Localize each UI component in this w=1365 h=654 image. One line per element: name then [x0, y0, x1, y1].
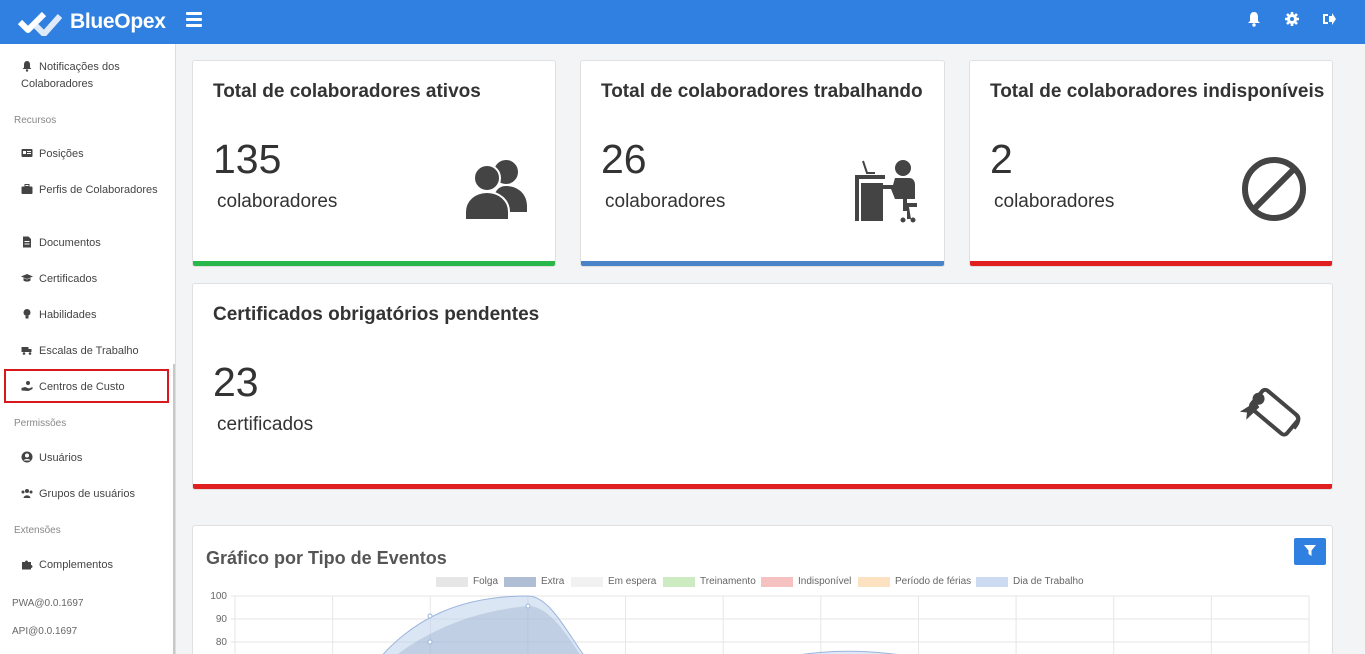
bell-icon[interactable]: [1246, 11, 1266, 31]
logout-icon[interactable]: [1321, 11, 1341, 31]
sidebar-item-label: Complementos: [39, 559, 113, 571]
brand-name: BlueOpex: [70, 10, 166, 33]
legend-swatch: [663, 576, 695, 587]
card-value: 2: [990, 136, 1013, 182]
card-title: Total de colaboradores indisponíveis: [990, 81, 1325, 102]
sidebar-item-habilidades[interactable]: Habilidades: [21, 307, 169, 324]
ban-icon: [1240, 155, 1308, 228]
y-tick-label: 90: [216, 614, 228, 625]
card-title: Total de colaboradores trabalhando: [601, 81, 923, 102]
section-header-permissoes: Permissões: [14, 418, 67, 429]
card-unit: certificados: [217, 414, 314, 435]
section-header-recursos: Recursos: [14, 115, 57, 126]
legend-swatch: [858, 576, 890, 587]
logo-check-icon: [18, 11, 62, 36]
users-icon: [21, 487, 33, 499]
sidebar-item-documentos[interactable]: Documentos: [21, 235, 169, 252]
card-unit: colaboradores: [994, 191, 1115, 212]
brand-logo[interactable]: BlueOpex: [18, 8, 166, 36]
graduation-cap-icon: [21, 272, 33, 284]
sidebar-item-usuarios[interactable]: Usuários: [21, 450, 169, 467]
card-colaboradores-ativos: Total de colaboradores ativos 135 colabo…: [192, 60, 556, 267]
menu-icon[interactable]: [186, 12, 202, 28]
sidebar-item-label: Usuários: [39, 452, 83, 464]
gear-icon[interactable]: [1284, 11, 1304, 31]
person-at-desk-icon: [851, 159, 919, 228]
card-status-bar: [581, 261, 944, 266]
file-icon: [21, 236, 33, 248]
card-colaboradores-trabalhando: Total de colaboradores trabalhando 26 co…: [580, 60, 945, 267]
truck-clock-icon: [21, 344, 33, 356]
filter-icon: [1304, 545, 1316, 556]
sidebar-item-label: Perfis de Colaboradores: [39, 184, 158, 196]
card-title: Total de colaboradores ativos: [213, 81, 481, 102]
card-certificados-pendentes: Certificados obrigatórios pendentes 23 c…: [192, 283, 1333, 490]
sidebar-item-grupos[interactable]: Grupos de usuários: [21, 486, 169, 503]
sidebar-item-label: Escalas de Trabalho: [39, 345, 139, 357]
chart-plot: 100 90 80: [210, 591, 1310, 654]
sidebar-item-notificacoes[interactable]: Notificações dos Colaboradores: [21, 59, 169, 93]
card-unit: colaboradores: [217, 191, 338, 212]
card-value: 23: [213, 359, 259, 405]
y-tick-label: 100: [210, 591, 227, 602]
sidebar: Notificações dos Colaboradores Recursos …: [0, 44, 176, 654]
id-card-icon: [21, 147, 33, 159]
user-circle-icon: [21, 451, 33, 463]
selected-item-highlight: [4, 369, 169, 403]
section-header-extensoes: Extensões: [14, 525, 61, 536]
data-point: [525, 603, 531, 609]
sidebar-scrollbar[interactable]: [173, 364, 175, 654]
y-tick-label: 80: [216, 637, 228, 648]
data-point: [427, 639, 433, 645]
sidebar-item-label: Notificações dos Colaboradores: [21, 61, 120, 90]
legend-swatch: [571, 576, 603, 587]
sidebar-item-label: Posições: [39, 148, 84, 160]
card-status-bar: [193, 261, 555, 266]
lightbulb-icon: [21, 308, 33, 320]
briefcase-icon: [21, 183, 33, 195]
chart-card: Gráfico por Tipo de Eventos Folga Extra Em…: [192, 525, 1333, 654]
puzzle-icon: [21, 558, 33, 570]
bell-icon: [21, 60, 33, 72]
certificate-scroll-icon: [1239, 378, 1309, 453]
card-title: Certificados obrigatórios pendentes: [213, 304, 540, 325]
sidebar-item-label: Documentos: [39, 237, 101, 249]
legend-swatch: [976, 576, 1008, 587]
filter-button[interactable]: [1294, 538, 1326, 565]
sidebar-item-label: Grupos de usuários: [39, 488, 135, 500]
card-value: 135: [213, 136, 282, 182]
chart-title: Gráfico por Tipo de Eventos: [206, 548, 447, 568]
api-version: API@0.0.1697: [12, 626, 78, 637]
sidebar-item-label: Habilidades: [39, 309, 97, 321]
sidebar-item-label: Certificados: [39, 273, 98, 285]
card-status-bar: [193, 484, 1332, 489]
top-bar: BlueOpex: [0, 0, 1365, 44]
sidebar-item-posicoes[interactable]: Posições: [21, 146, 169, 163]
sidebar-item-complementos[interactable]: Complementos: [21, 557, 169, 574]
sidebar-item-escalas[interactable]: Escalas de Trabalho: [21, 343, 169, 360]
card-colaboradores-indisponiveis: Total de colaboradores indisponíveis 2 c…: [969, 60, 1333, 267]
sidebar-item-certificados[interactable]: Certificados: [21, 271, 169, 288]
users-group-icon: [463, 156, 529, 227]
pwa-version: PWA@0.0.1697: [12, 598, 84, 609]
legend-swatch: [436, 576, 468, 587]
card-value: 26: [601, 136, 647, 182]
card-unit: colaboradores: [605, 191, 726, 212]
sidebar-item-perfis[interactable]: Perfis de Colaboradores: [21, 182, 169, 199]
card-status-bar: [970, 261, 1332, 266]
data-point: [427, 613, 433, 619]
legend-swatch: [761, 576, 793, 587]
legend-swatch: [504, 576, 536, 587]
